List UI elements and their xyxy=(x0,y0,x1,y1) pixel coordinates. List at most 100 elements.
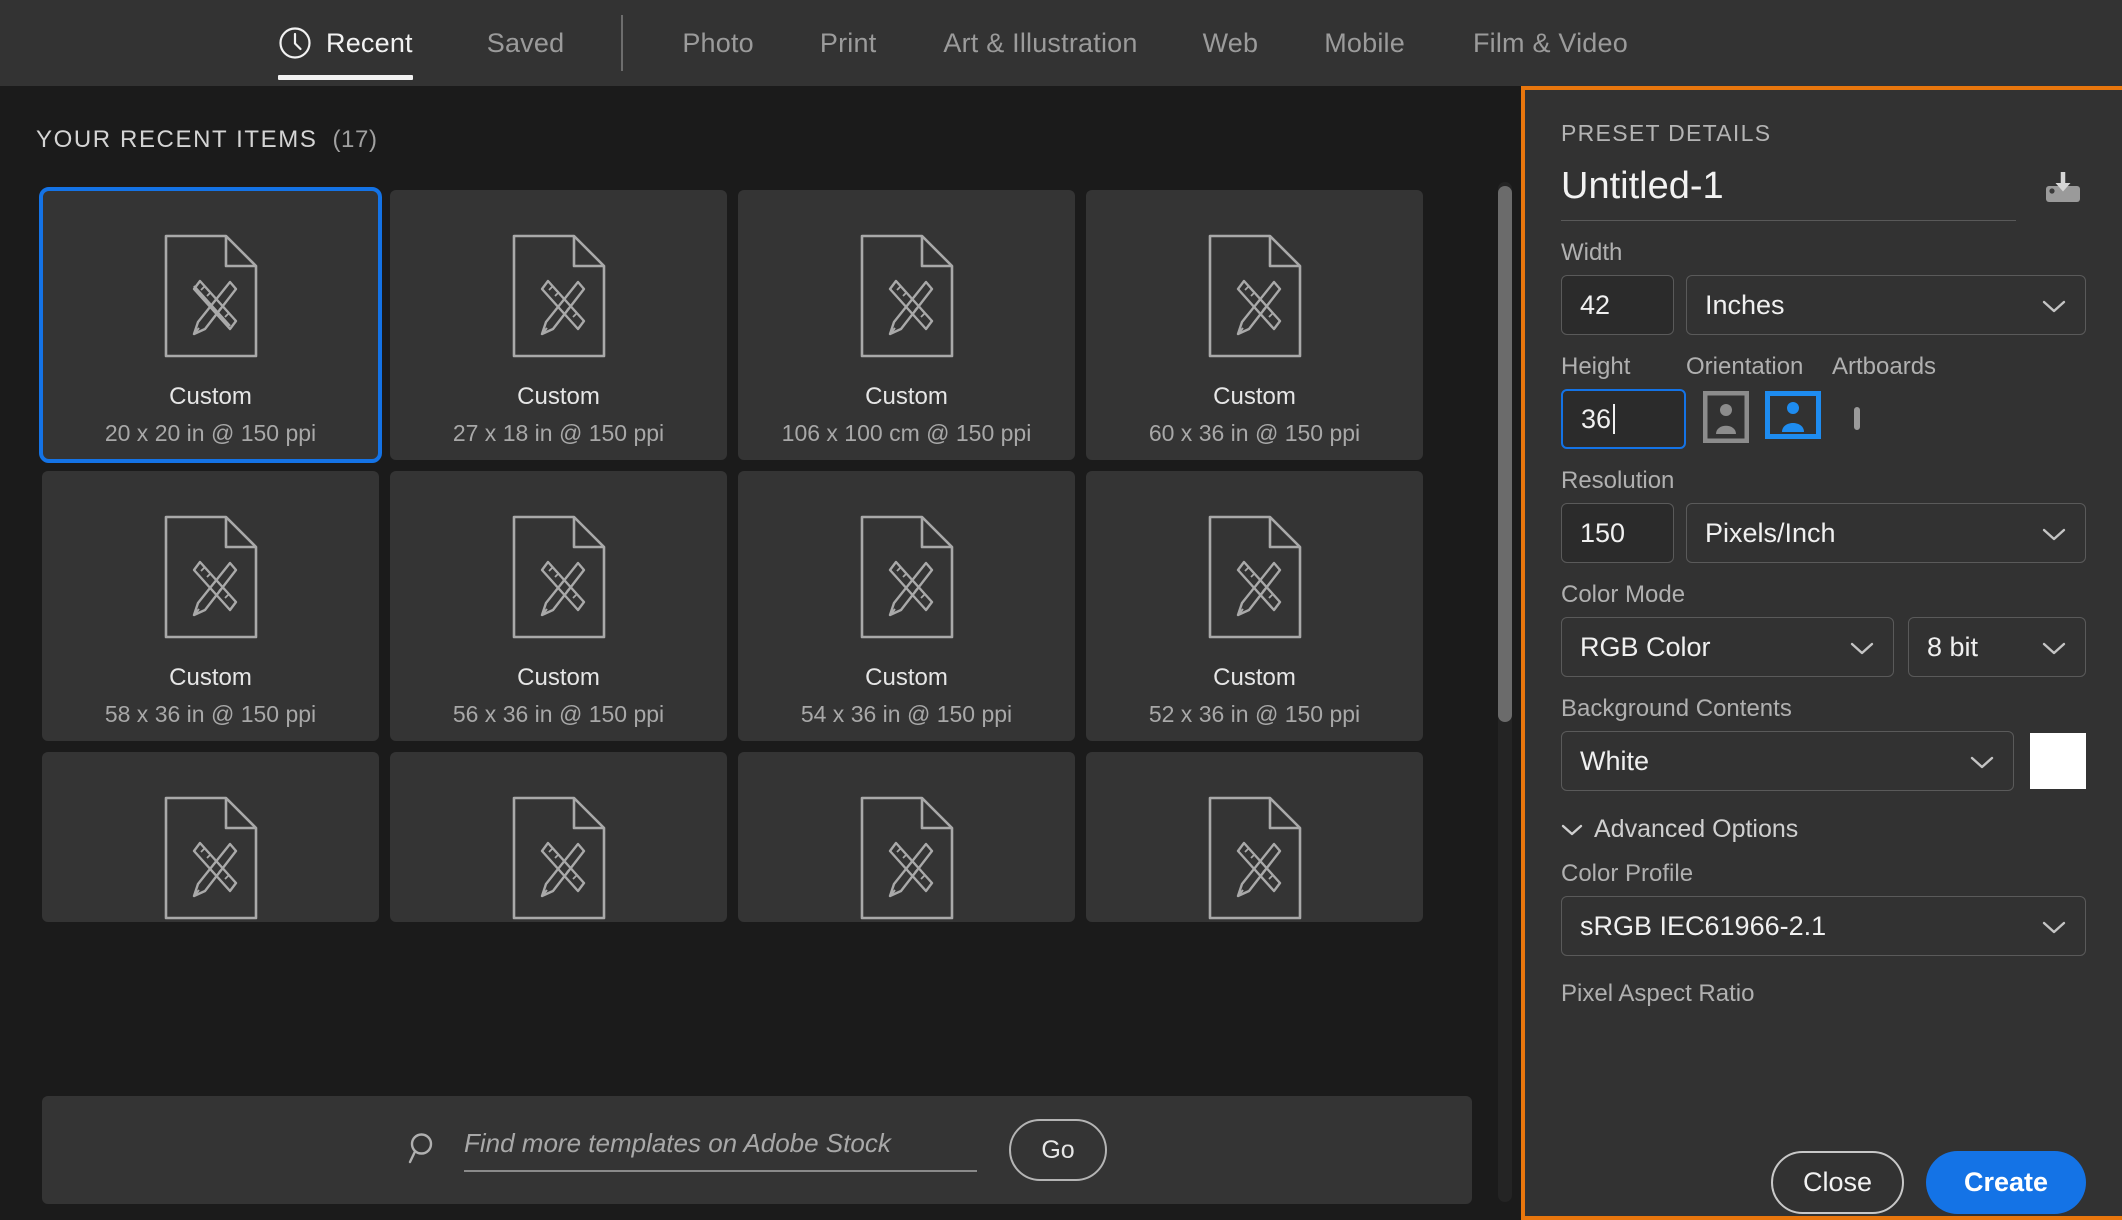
tab-recent[interactable]: Recent xyxy=(278,0,413,86)
preset-card-name: Custom xyxy=(517,664,600,691)
chevron-down-icon xyxy=(1849,632,1875,663)
preset-card-dims: 58 x 36 in @ 150 ppi xyxy=(104,701,317,727)
search-icon xyxy=(407,1131,441,1170)
recent-panel-scrollbar[interactable] xyxy=(1498,182,1512,1202)
preset-card-name: Custom xyxy=(169,664,252,691)
height-input[interactable]: 36 xyxy=(1561,389,1686,449)
preset-card-dims: 54 x 36 in @ 150 ppi xyxy=(800,701,1013,727)
preset-name-row: Untitled-1 xyxy=(1561,165,2086,221)
preset-name-value: Untitled-1 xyxy=(1561,165,1724,207)
color-profile-value: sRGB IEC61966-2.1 xyxy=(1580,910,1827,941)
document-ruler-pencil-icon xyxy=(512,234,606,363)
tab-separator xyxy=(621,15,624,71)
save-preset-icon[interactable] xyxy=(2040,170,2086,217)
color-mode-label: Color Mode xyxy=(1561,581,1686,608)
preset-card[interactable]: Custom 27 x 18 in @ 150 ppi xyxy=(390,190,727,460)
preset-card-name: Custom xyxy=(865,664,948,691)
tab-film-video[interactable]: Film & Video xyxy=(1473,0,1628,86)
document-ruler-pencil-icon xyxy=(164,234,258,363)
document-ruler-pencil-icon xyxy=(1208,234,1302,363)
orientation-group xyxy=(1686,390,1832,448)
preset-card[interactable]: Custom 52 x 36 in @ 150 ppi xyxy=(1086,471,1423,741)
close-button[interactable]: Close xyxy=(1771,1151,1904,1214)
color-profile-select[interactable]: sRGB IEC61966-2.1 xyxy=(1561,896,2086,956)
color-mode-row: RGB Color 8 bit xyxy=(1561,617,2086,677)
tab-art-illustration[interactable]: Art & Illustration xyxy=(943,0,1137,86)
background-contents-select[interactable]: White xyxy=(1561,731,2014,791)
preset-card[interactable]: Custom 58 x 36 in @ 150 ppi xyxy=(42,471,379,741)
category-tabbar: Recent Saved Photo Print Art & Illustrat… xyxy=(0,0,2122,86)
tab-web[interactable]: Web xyxy=(1203,0,1259,86)
preset-card[interactable] xyxy=(390,752,727,922)
background-color-swatch[interactable] xyxy=(2030,733,2086,789)
preset-card-dims: 52 x 36 in @ 150 ppi xyxy=(1148,701,1361,727)
go-button[interactable]: Go xyxy=(1009,1119,1107,1181)
orientation-label: Orientation xyxy=(1686,353,1804,380)
search-input[interactable]: Find more templates on Adobe Stock xyxy=(464,1128,977,1172)
preset-card[interactable]: Custom 56 x 36 in @ 150 ppi xyxy=(390,471,727,741)
preset-card[interactable]: Custom 54 x 36 in @ 150 ppi xyxy=(738,471,1075,741)
tab-label: Art & Illustration xyxy=(943,27,1138,58)
adobe-stock-search-bar: Find more templates on Adobe Stock Go xyxy=(42,1096,1472,1204)
background-contents-label: Background Contents xyxy=(1561,695,1792,722)
preset-card-dims: 20 x 20 in @ 150 ppi xyxy=(104,420,317,446)
resolution-unit-select[interactable]: Pixels/Inch xyxy=(1686,503,2086,563)
resolution-input[interactable]: 150 xyxy=(1561,503,1674,563)
preset-card[interactable]: Custom 106 x 100 cm @ 150 ppi xyxy=(738,190,1075,460)
height-label: Height xyxy=(1561,353,1631,380)
tab-label: Photo xyxy=(682,27,754,58)
artboards-checkbox[interactable] xyxy=(1854,407,1860,430)
advanced-options-label: Advanced Options xyxy=(1594,815,1799,843)
chevron-down-icon xyxy=(2041,911,2067,942)
create-button[interactable]: Create xyxy=(1926,1151,2086,1214)
orientation-portrait-button[interactable] xyxy=(1702,390,1750,448)
preset-card-name: Custom xyxy=(1213,664,1296,691)
bit-depth-select[interactable]: 8 bit xyxy=(1908,617,2086,677)
tab-list: Recent Saved Photo Print Art & Illustrat… xyxy=(278,0,1628,86)
go-button-label: Go xyxy=(1041,1135,1075,1164)
width-unit-select[interactable]: Inches xyxy=(1686,275,2086,335)
search-placeholder: Find more templates on Adobe Stock xyxy=(464,1128,891,1158)
preset-details-heading: PRESET DETAILS xyxy=(1561,120,1772,146)
tab-photo[interactable]: Photo xyxy=(682,0,754,86)
preset-card-name: Custom xyxy=(169,383,252,410)
page-title: YOUR RECENT ITEMS xyxy=(36,126,318,153)
orientation-landscape-button[interactable] xyxy=(1765,390,1821,448)
grid-row xyxy=(42,752,1472,922)
tab-label: Recent xyxy=(326,27,413,58)
document-ruler-pencil-icon xyxy=(860,234,954,363)
grid-row: Custom 20 x 20 in @ 150 ppi Custom 27 x … xyxy=(39,187,1472,463)
clock-icon xyxy=(278,26,312,60)
height-orientation-artboards-row: 36 xyxy=(1561,389,2086,449)
tab-saved[interactable]: Saved xyxy=(487,0,565,86)
preset-details-panel: PRESET DETAILS Untitled-1 Width 42 Inche… xyxy=(1521,86,2122,1220)
artboards-label: Artboards xyxy=(1832,353,1937,380)
width-unit-value: Inches xyxy=(1705,289,1785,320)
bit-depth-value: 8 bit xyxy=(1927,631,1979,662)
preset-card-dims: 56 x 36 in @ 150 ppi xyxy=(452,701,665,727)
tab-label: Film & Video xyxy=(1472,27,1628,58)
chevron-down-icon xyxy=(2041,518,2067,549)
recent-items-grid: Custom 20 x 20 in @ 150 ppi Custom 27 x … xyxy=(39,187,1472,933)
preset-name-input[interactable]: Untitled-1 xyxy=(1561,165,2016,221)
tab-mobile[interactable]: Mobile xyxy=(1324,0,1405,86)
preset-card[interactable] xyxy=(1086,752,1423,922)
height-orientation-artboards-labels: Height Orientation Artboards xyxy=(1561,353,2086,381)
preset-card[interactable] xyxy=(42,752,379,922)
advanced-options-toggle[interactable]: Advanced Options xyxy=(1561,815,2086,844)
active-tab-underline xyxy=(278,75,413,80)
document-ruler-pencil-icon xyxy=(860,515,954,644)
height-input-wrap: 36 xyxy=(1561,389,1686,449)
preset-card[interactable] xyxy=(738,752,1075,922)
tab-label: Mobile xyxy=(1324,27,1405,58)
tab-label: Web xyxy=(1202,27,1259,58)
width-input[interactable]: 42 xyxy=(1561,275,1674,335)
tab-label: Saved xyxy=(486,27,565,58)
preset-card[interactable]: Custom 20 x 20 in @ 150 ppi xyxy=(39,187,382,463)
preset-card[interactable]: Custom 60 x 36 in @ 150 ppi xyxy=(1086,190,1423,460)
color-mode-select[interactable]: RGB Color xyxy=(1561,617,1894,677)
scrollbar-thumb[interactable] xyxy=(1498,186,1512,722)
recent-items-header: YOUR RECENT ITEMS (17) xyxy=(36,126,378,154)
chevron-down-icon xyxy=(2041,632,2067,663)
tab-print[interactable]: Print xyxy=(820,0,877,86)
